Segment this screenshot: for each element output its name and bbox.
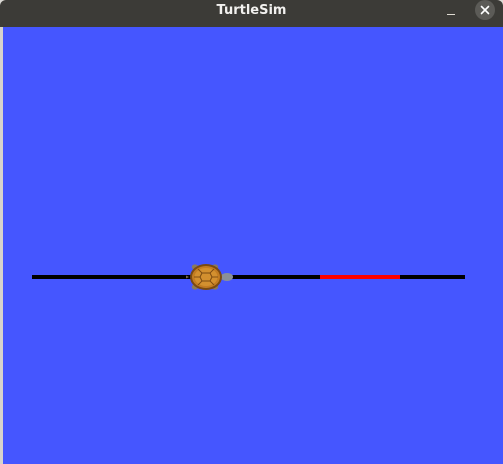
minimize-button[interactable] [440,3,462,21]
close-icon [480,5,490,15]
canvas-drawing [3,27,503,464]
minimize-icon [447,14,455,15]
close-button[interactable] [475,0,495,20]
turtle-canvas[interactable] [3,27,503,464]
canvas-background [3,27,503,464]
window-title: TurtleSim [216,3,287,18]
title-bar[interactable]: TurtleSim [0,0,503,27]
turtlesim-window: TurtleSim [0,0,503,464]
